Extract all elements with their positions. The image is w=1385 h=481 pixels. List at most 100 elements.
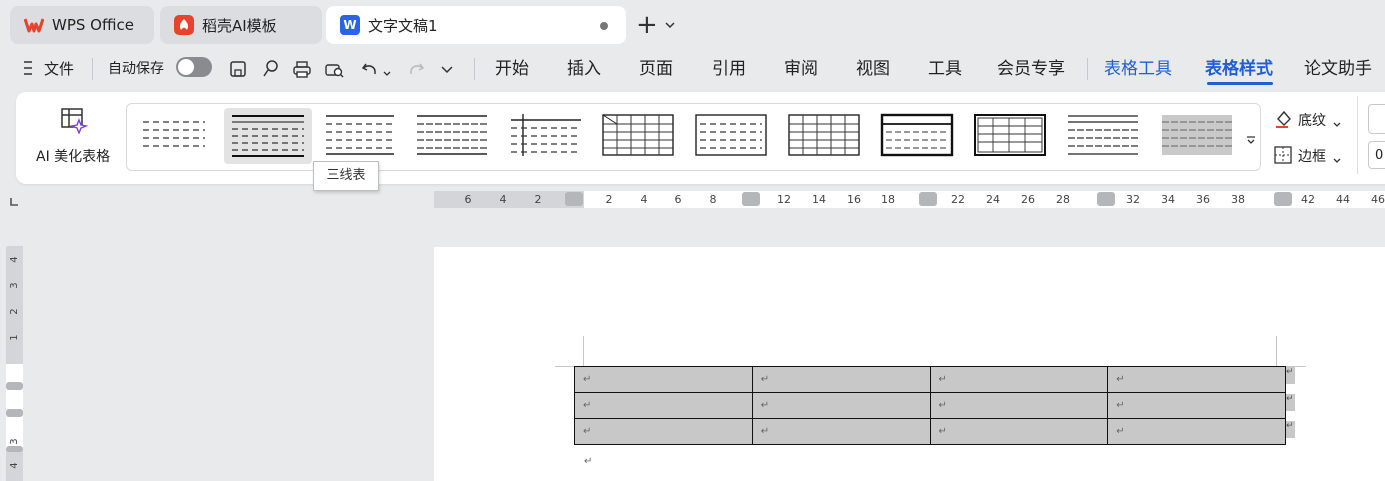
undo-chevron-icon[interactable]: [382, 64, 392, 83]
redo-icon[interactable]: [404, 57, 428, 81]
vruler-tick: 4: [9, 256, 20, 263]
table-cell[interactable]: ↵: [1107, 366, 1286, 393]
row-height-marker[interactable]: [6, 409, 23, 417]
more-chevron-icon[interactable]: [440, 62, 454, 81]
vruler-tick: 3: [9, 282, 20, 289]
menu-item-view[interactable]: 视图: [856, 56, 890, 82]
vruler-tick: 2: [9, 308, 20, 315]
ruler-tick: 46: [1371, 193, 1385, 206]
border-label[interactable]: 边框: [1298, 146, 1326, 166]
ai-beautify-table-icon[interactable]: [60, 106, 90, 138]
table-cell[interactable]: ↵: [574, 366, 753, 393]
menu-hamburger-icon[interactable]: [22, 58, 34, 82]
row-height-marker[interactable]: [6, 382, 23, 390]
document-table[interactable]: ↵ ↵ ↵ ↵ ↵ ↵ ↵ ↵ ↵ ↵ ↵ ↵: [574, 366, 1286, 445]
shading-label[interactable]: 底纹: [1298, 110, 1326, 130]
table-style-swatch[interactable]: [322, 112, 396, 158]
ruler-tick: 38: [1231, 193, 1245, 206]
table-cell[interactable]: ↵: [751, 366, 931, 393]
tab-docer[interactable]: 稻壳AI模板: [160, 6, 322, 44]
divider: [474, 58, 475, 80]
cell-end-mark: ↵: [583, 426, 592, 437]
table-style-swatch[interactable]: [1160, 112, 1234, 158]
cell-end-mark: ↵: [760, 426, 770, 437]
undo-icon[interactable]: [358, 57, 382, 81]
menu-item-table-style[interactable]: 表格样式: [1205, 56, 1273, 82]
new-tab-button[interactable]: +: [636, 12, 658, 38]
menu-item-start[interactable]: 开始: [495, 56, 529, 82]
print-preview-icon[interactable]: [322, 57, 346, 81]
file-menu[interactable]: 文件: [44, 56, 74, 82]
table-cell[interactable]: ↵: [1107, 418, 1286, 445]
ruler-tick: 6: [464, 193, 472, 206]
menu-item-tools[interactable]: 工具: [928, 56, 962, 82]
docer-logo-icon: [174, 15, 194, 35]
margin-mark: [1276, 336, 1277, 366]
table-cell[interactable]: ↵: [1107, 392, 1286, 419]
gallery-expand-icon[interactable]: [1246, 130, 1256, 149]
table-style-swatch[interactable]: [601, 112, 675, 158]
ruler-column-marker[interactable]: [565, 192, 583, 206]
cell-end-mark: ↵: [938, 400, 947, 411]
line-width-select[interactable]: 0: [1368, 141, 1385, 169]
menu-item-paper-assistant[interactable]: 论文助手: [1304, 56, 1372, 82]
line-style-select[interactable]: [1368, 104, 1385, 134]
autosave-toggle[interactable]: [176, 57, 212, 77]
autosave-label: 自动保存: [108, 61, 164, 77]
menu-item-page[interactable]: 页面: [639, 56, 673, 82]
table-style-swatch-selected[interactable]: [224, 108, 312, 164]
cell-end-mark: ↵: [1116, 426, 1125, 437]
table-cell[interactable]: ↵: [751, 418, 931, 445]
table-style-swatch[interactable]: [694, 112, 768, 158]
border-icon[interactable]: [1274, 146, 1292, 168]
save-icon[interactable]: [226, 57, 250, 81]
table-cell[interactable]: ↵: [929, 418, 1109, 445]
menu-item-table-tools[interactable]: 表格工具: [1104, 56, 1172, 82]
table-cell[interactable]: ↵: [751, 392, 931, 419]
cell-end-mark: ↵: [1116, 400, 1125, 411]
menu-item-member[interactable]: 会员专享: [997, 56, 1065, 82]
border-chevron-icon[interactable]: [1332, 151, 1342, 170]
word-doc-icon: W: [340, 15, 360, 35]
tab-stop-selector-icon[interactable]: [8, 193, 20, 212]
table-cell[interactable]: ↵: [929, 366, 1109, 393]
table-cell[interactable]: ↵: [574, 392, 753, 419]
tab-wps-office[interactable]: WPS Office: [10, 6, 154, 44]
tab-list-chevron-icon[interactable]: [664, 16, 676, 35]
table-style-swatch[interactable]: [973, 112, 1047, 158]
cell-end-mark: ↵: [1116, 374, 1125, 385]
table-style-swatch[interactable]: [880, 112, 954, 158]
vruler-tick: 1: [9, 334, 20, 341]
table-style-swatch[interactable]: [137, 112, 211, 158]
ruler-column-marker[interactable]: [742, 192, 760, 206]
table-cell[interactable]: ↵: [574, 418, 753, 445]
table-style-swatch[interactable]: [1066, 112, 1140, 158]
row-height-marker[interactable]: [6, 446, 23, 452]
ruler-tick: 2: [534, 193, 542, 206]
ruler-tick: 12: [777, 193, 791, 206]
menu-item-review[interactable]: 审阅: [784, 56, 818, 82]
table-style-swatch[interactable]: [509, 112, 583, 158]
unsaved-dot-icon[interactable]: [600, 22, 608, 30]
ruler-tick: 32: [1126, 193, 1140, 206]
ruler-column-marker[interactable]: [919, 192, 937, 206]
table-style-swatch[interactable]: [787, 112, 861, 158]
table-cell[interactable]: ↵: [929, 392, 1109, 419]
cell-end-mark: ↵: [938, 426, 947, 437]
ruler-column-marker[interactable]: [1097, 192, 1115, 206]
tab-document[interactable]: W 文字文稿1: [326, 6, 626, 44]
document-page[interactable]: [434, 247, 1385, 481]
ai-beautify-table-label[interactable]: AI 美化表格: [36, 146, 110, 166]
menu-item-references[interactable]: 引用: [712, 56, 746, 82]
menu-item-insert[interactable]: 插入: [567, 56, 601, 82]
ruler-column-marker[interactable]: [1274, 192, 1292, 206]
shading-chevron-icon[interactable]: [1332, 115, 1342, 134]
shading-icon[interactable]: [1274, 109, 1294, 133]
print-icon[interactable]: [290, 57, 314, 81]
format-painter-icon[interactable]: [258, 57, 282, 81]
ruler-tick: 42: [1301, 193, 1315, 206]
table-style-swatch[interactable]: [415, 112, 489, 158]
cell-end-mark: ↵: [583, 400, 592, 411]
divider: [1357, 96, 1358, 174]
ruler-tick: 2: [605, 193, 613, 206]
